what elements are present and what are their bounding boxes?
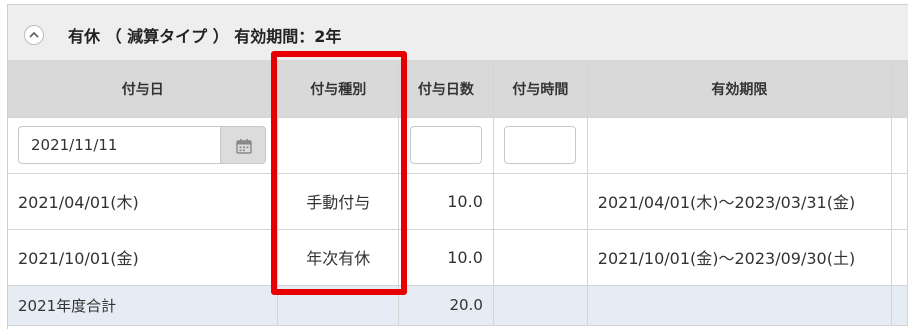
chevron-up-icon — [29, 31, 39, 38]
grant-hours-input[interactable] — [504, 126, 577, 164]
total-extra-cell — [891, 285, 908, 326]
panel-header: 有休 （ 減算タイプ ） 有効期間：2年 — [8, 5, 908, 61]
date-picker — [18, 126, 266, 164]
calendar-icon — [236, 139, 252, 154]
extra-cell — [891, 117, 908, 174]
grant-type-cell: 年次有休 — [277, 229, 399, 286]
grant-type-cell: 手動付与 — [277, 173, 399, 230]
header-expiry: 有効期限 — [587, 61, 893, 118]
total-expiry-cell — [587, 285, 893, 326]
expiry-cell: 2021/04/01(木)～2023/03/31(金) — [587, 173, 893, 230]
grant-date-cell: 2021/10/01(金) — [8, 229, 279, 286]
total-type-cell — [277, 285, 399, 326]
calendar-button[interactable] — [220, 126, 266, 164]
date-cell — [8, 117, 279, 174]
header-grant-hours: 付与時間 — [493, 61, 588, 118]
extra-cell — [891, 173, 908, 230]
header-grant-type: 付与種別 — [277, 61, 399, 118]
grant-table: 付与日 付与種別 付与日数 付与時間 有効期限 2021/11/11 2021/… — [8, 61, 908, 326]
panel-title: 有休 （ 減算タイプ ） 有効期間：2年 — [68, 27, 342, 46]
total-hours-cell — [493, 285, 588, 326]
total-row: 2021年度合計 20.0 — [8, 285, 908, 326]
expiry-input-cell — [587, 117, 893, 174]
table-row: 2021/04/01(木) 手動付与 10.0 2021/04/01(木)～20… — [8, 173, 908, 230]
header-extra — [891, 61, 908, 118]
grant-days-cell: 10.0 — [398, 173, 494, 230]
table-row: 2021/10/01(金) 年次有休 10.0 2021/10/01(金)～20… — [8, 229, 908, 286]
grant-type-input-cell — [277, 117, 399, 174]
header-grant-days: 付与日数 — [398, 61, 494, 118]
grant-hours-cell — [493, 173, 588, 230]
days-input-cell — [398, 117, 494, 174]
collapse-button[interactable] — [24, 25, 44, 45]
grant-date-cell: 2021/04/01(木) — [8, 173, 279, 230]
grant-hours-cell — [493, 229, 588, 286]
leave-panel: 有休 （ 減算タイプ ） 有効期間：2年 付与日 付与種別 付与日数 付与時間 … — [7, 4, 908, 329]
header-row: 付与日 付与種別 付与日数 付与時間 有効期限 — [8, 61, 908, 118]
total-label: 2021年度合計 — [8, 285, 279, 326]
input-row — [8, 117, 908, 174]
header-grant-date: 付与日 — [8, 61, 279, 118]
expiry-cell: 2021/10/01(金)～2023/09/30(土) — [587, 229, 893, 286]
extra-cell — [891, 229, 908, 286]
grant-date-input[interactable] — [18, 126, 220, 164]
total-days: 20.0 — [398, 285, 494, 326]
grant-days-cell: 10.0 — [398, 229, 494, 286]
hours-input-cell — [493, 117, 588, 174]
grant-days-input[interactable] — [409, 126, 482, 164]
